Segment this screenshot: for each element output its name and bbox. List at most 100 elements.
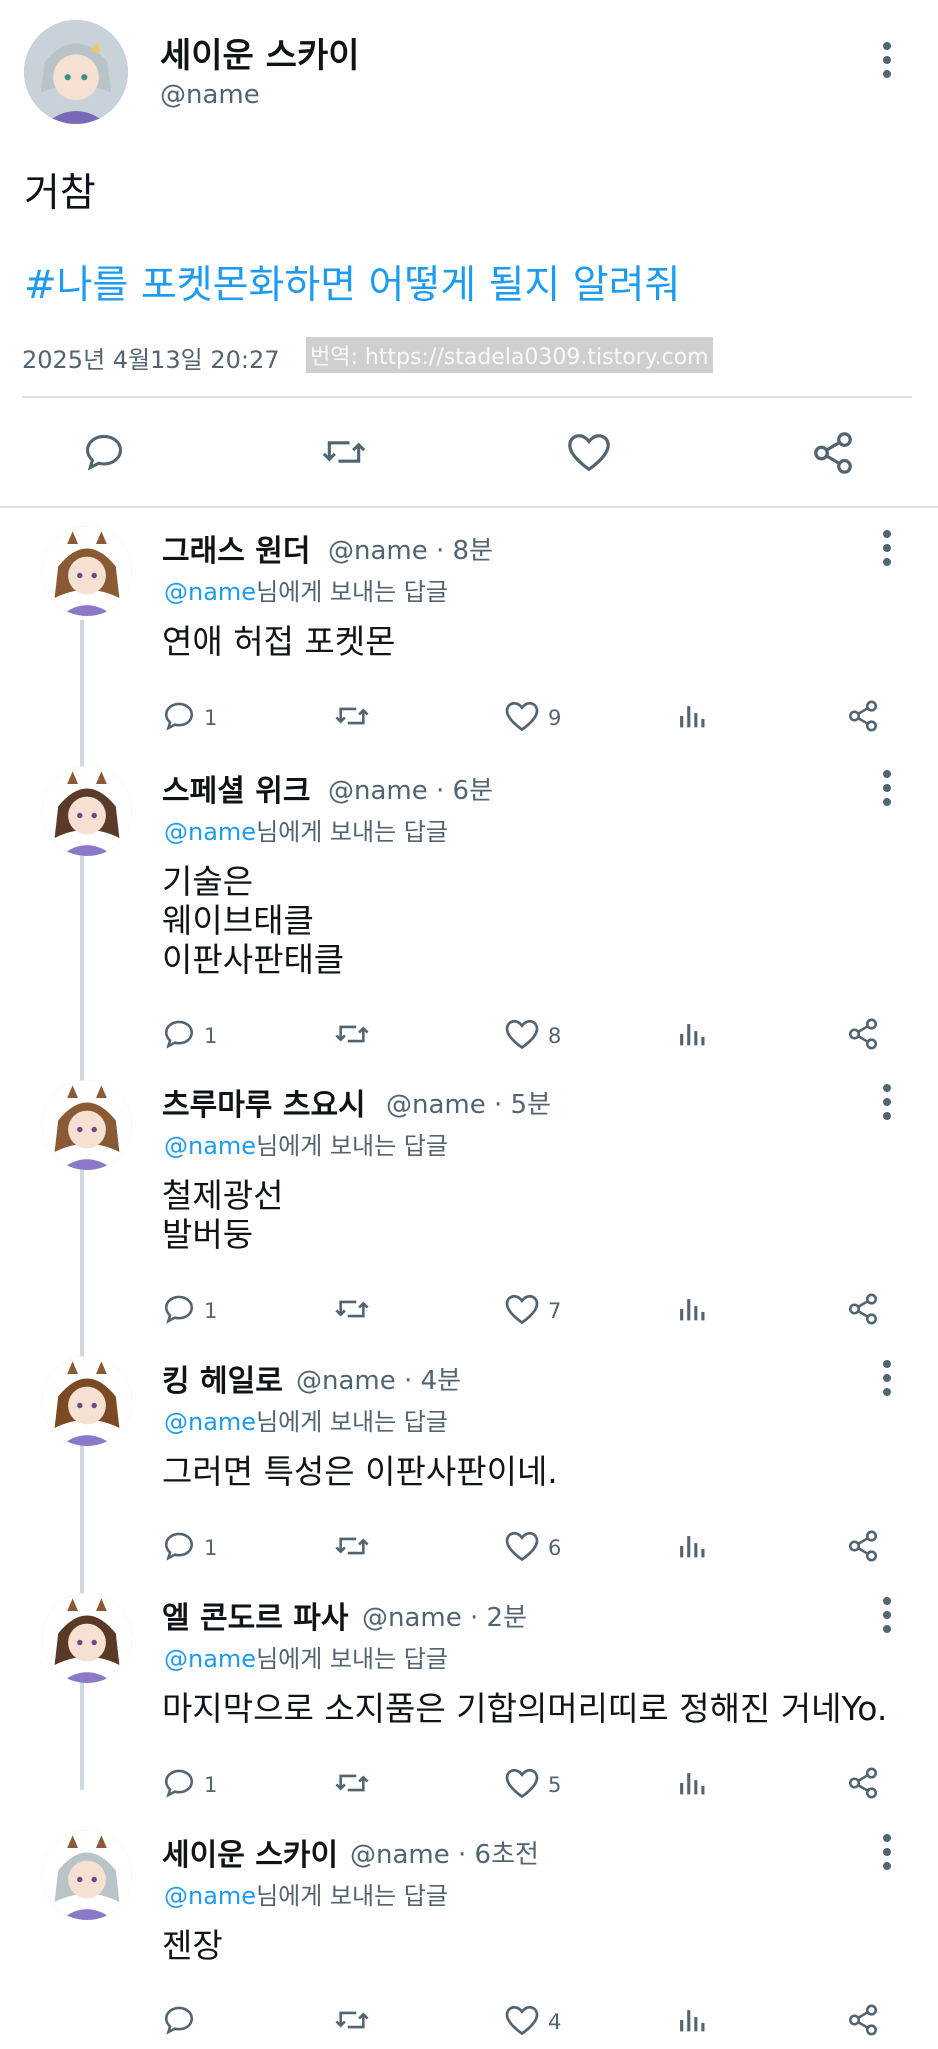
retweet-action[interactable] [332, 1292, 372, 1330]
like-action[interactable]: 4 [504, 2003, 561, 2041]
share-action[interactable] [846, 1292, 880, 1330]
author-handle[interactable]: @name [160, 80, 260, 110]
share-action[interactable] [846, 1529, 880, 1567]
avatar[interactable] [42, 1080, 132, 1170]
retweet-action[interactable] [332, 1529, 372, 1567]
author-name[interactable]: 세이운 스카이 [160, 28, 360, 77]
divider [22, 396, 912, 398]
avatar[interactable] [42, 1593, 132, 1683]
analytics-action[interactable] [676, 1292, 710, 1330]
reply-time[interactable]: · 5분 [486, 1090, 551, 1120]
analytics-icon [676, 1017, 710, 1055]
reply-time[interactable]: · 8분 [428, 536, 493, 566]
divider [0, 506, 938, 508]
author-name[interactable]: 엘 콘도르 파사 [162, 1593, 349, 1637]
like-action[interactable]: 5 [504, 1766, 561, 1804]
reply-action[interactable]: 1 [162, 1766, 217, 1804]
author-name[interactable]: 스페셜 위크 [162, 766, 310, 810]
reply-icon[interactable] [82, 430, 126, 474]
retweet-icon [332, 699, 372, 737]
retweet-action[interactable] [332, 699, 372, 737]
hashtag-link[interactable]: #나를 포켓몬화하면 어떻게 될지 알려줘 [24, 254, 680, 310]
translate-link[interactable]: 번역: https://stadela0309.tistory.com [306, 337, 713, 373]
reply-action[interactable] [162, 2003, 204, 2041]
avatar[interactable] [42, 766, 132, 856]
reply-time[interactable]: · 6초전 [450, 1840, 539, 1870]
like-count: 5 [548, 1773, 562, 1797]
reply-time[interactable]: · 2분 [462, 1603, 527, 1633]
like-action[interactable]: 7 [504, 1292, 561, 1330]
more-options-icon[interactable] [882, 1834, 892, 1870]
author-name[interactable]: 그래스 원더 [162, 526, 310, 570]
reply-action[interactable]: 1 [162, 699, 217, 737]
avatar[interactable] [42, 526, 132, 616]
avatar[interactable] [42, 1830, 132, 1920]
reply-text-line: 철제광선 [162, 1176, 284, 1215]
author-name[interactable]: 킹 헤일로 [162, 1356, 283, 1400]
reply-to-handle[interactable]: @name [164, 818, 256, 846]
analytics-action[interactable] [676, 1766, 710, 1804]
analytics-action[interactable] [676, 1017, 710, 1055]
reply-time[interactable]: · 6분 [428, 776, 493, 806]
more-options-icon[interactable] [882, 1597, 892, 1633]
retweet-action[interactable] [332, 1766, 372, 1804]
analytics-action[interactable] [676, 699, 710, 737]
reply-action[interactable]: 1 [162, 1292, 217, 1330]
more-options-icon[interactable] [882, 1084, 892, 1120]
reply-to-handle[interactable]: @name [164, 1408, 256, 1436]
like-action[interactable]: 8 [504, 1017, 561, 1055]
reply-text: 그러면 특성은 이판사판이네. [162, 1452, 558, 1491]
like-action[interactable]: 6 [504, 1529, 561, 1567]
retweet-action[interactable] [332, 2003, 372, 2041]
share-action[interactable] [846, 699, 880, 737]
analytics-action[interactable] [676, 2003, 710, 2041]
replying-to: @name님에게 보내는 답글 [164, 1639, 448, 1674]
more-options-icon[interactable] [882, 42, 892, 78]
more-options-icon[interactable] [882, 770, 892, 806]
reply-to-handle[interactable]: @name [164, 1645, 256, 1673]
tweet-timestamp[interactable]: 2025년 4월13일 20:27 [22, 340, 280, 375]
reply-action[interactable]: 1 [162, 1017, 217, 1055]
avatar[interactable] [24, 20, 128, 124]
more-options-icon[interactable] [882, 1360, 892, 1396]
share-action[interactable] [846, 1017, 880, 1055]
author-handle[interactable]: @name [328, 776, 428, 806]
author-handle-time: @name · 5분 [386, 1084, 551, 1121]
share-action[interactable] [846, 2003, 880, 2041]
reply-to-handle[interactable]: @name [164, 1882, 256, 1910]
reply-to-suffix: 님에게 보내는 답글 [256, 1882, 448, 1910]
reply-text-line: 이판사판태클 [162, 940, 345, 979]
like-count: 4 [548, 2010, 562, 2034]
reply-icon [162, 1017, 196, 1055]
reply-to-handle[interactable]: @name [164, 578, 256, 606]
more-options-icon[interactable] [882, 530, 892, 566]
like-count: 7 [548, 1299, 562, 1323]
reply-to-handle[interactable]: @name [164, 1132, 256, 1160]
author-handle[interactable]: @name [386, 1090, 486, 1120]
reply-time[interactable]: · 4분 [396, 1366, 461, 1396]
like-action[interactable]: 9 [504, 699, 561, 737]
retweet-icon [332, 1529, 372, 1567]
reply-count: 1 [204, 1299, 218, 1323]
author-handle[interactable]: @name [328, 536, 428, 566]
share-icon[interactable] [810, 430, 856, 476]
share-action[interactable] [846, 1766, 880, 1804]
retweet-icon[interactable] [320, 430, 368, 474]
reply-to-suffix: 님에게 보내는 답글 [256, 818, 448, 846]
reply-text: 철제광선 발버둥 [162, 1176, 283, 1254]
author-handle[interactable]: @name [350, 1840, 450, 1870]
analytics-icon [676, 1766, 710, 1804]
author-name[interactable]: 세이운 스카이 [162, 1830, 338, 1874]
reply-action[interactable]: 1 [162, 1529, 217, 1567]
author-name[interactable]: 츠루마루 츠요시 [162, 1080, 366, 1124]
author-handle[interactable]: @name [296, 1366, 396, 1396]
avatar-image [42, 1593, 132, 1683]
reply-text: 기술은 웨이브태클 이판사판태클 [162, 862, 344, 979]
like-icon[interactable] [566, 430, 612, 474]
retweet-action[interactable] [332, 1017, 372, 1055]
like-icon [504, 1529, 540, 1567]
avatar[interactable] [42, 1356, 132, 1446]
reply-icon [162, 1292, 196, 1330]
analytics-action[interactable] [676, 1529, 710, 1567]
author-handle[interactable]: @name [362, 1603, 462, 1633]
